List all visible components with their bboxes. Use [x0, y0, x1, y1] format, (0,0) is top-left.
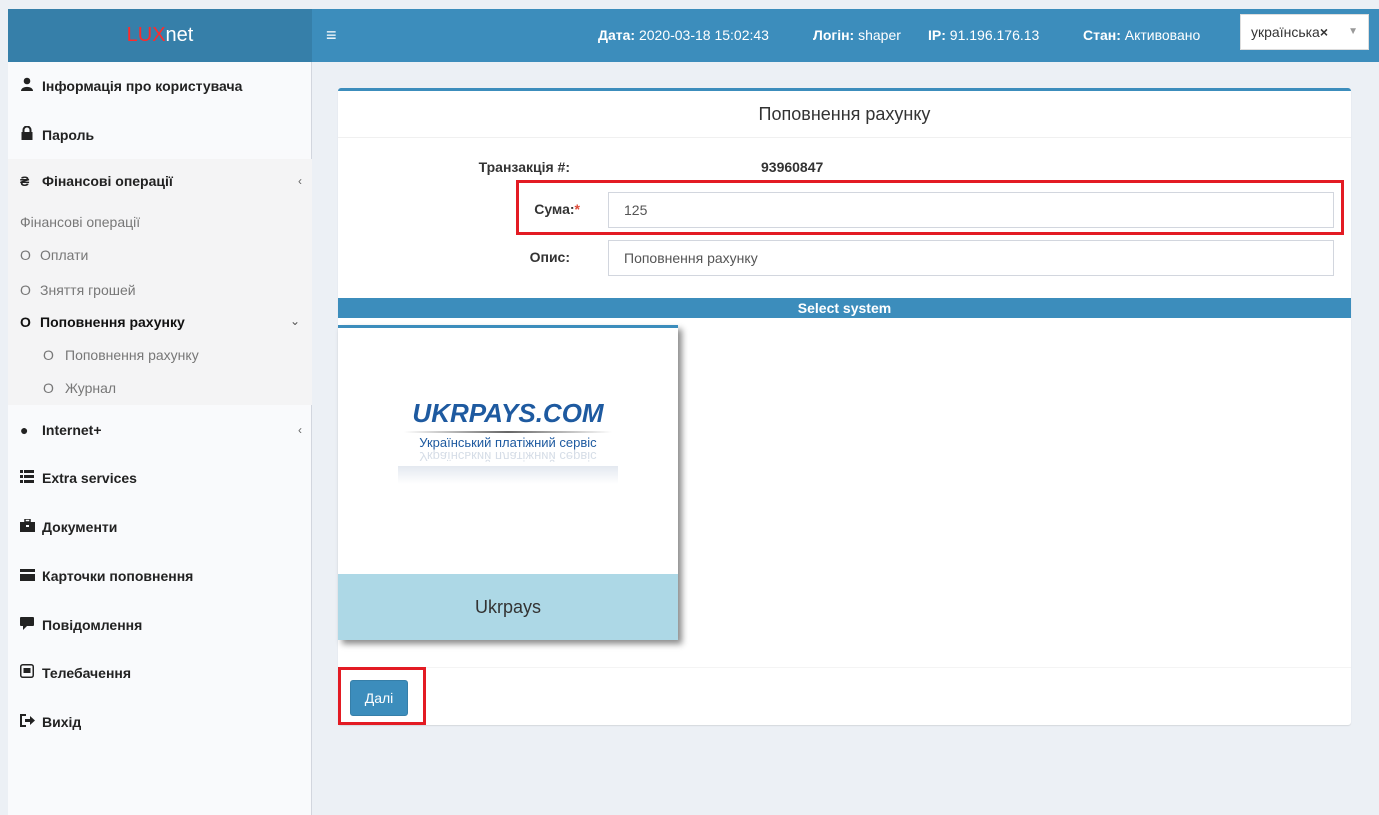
transaction-value: 93960847: [761, 159, 824, 175]
footer-divider: [338, 667, 1351, 668]
sidebar-item-label: Фінансові операції: [42, 173, 173, 189]
sidebar-sub2-topup[interactable]: O Поповнення рахунку: [43, 347, 199, 363]
amount-highlight-box: [516, 180, 1344, 235]
login-value: shaper: [858, 27, 901, 43]
sidebar-sub-label: Поповнення рахунку: [65, 347, 199, 363]
sidebar-item-label: Телебачення: [42, 665, 132, 681]
chevron-left-icon: ‹: [298, 174, 302, 188]
sidebar-item-label: Вихід: [42, 714, 82, 730]
card-icon: [20, 554, 42, 598]
sidebar-item-logout[interactable]: Вихід: [8, 700, 312, 744]
sidebar-sub-payments[interactable]: O Оплати: [20, 247, 88, 263]
comment-icon: [20, 603, 42, 647]
sidebar-item-messages[interactable]: Повідомлення: [8, 603, 312, 647]
sidebar-item-user-info[interactable]: Інформація про користувача: [8, 64, 312, 108]
logo[interactable]: LUXnet: [8, 9, 312, 62]
sidebar-item-label: Повідомлення: [42, 617, 143, 633]
header-ip: IP: 91.196.176.13: [928, 9, 1039, 62]
chevron-down-icon[interactable]: ▼: [1348, 15, 1358, 49]
logo-reflection: Український платіжний сервіс: [419, 449, 597, 464]
circle-outline-icon: O: [43, 380, 54, 396]
sidebar-sub-label: Поповнення рахунку: [40, 314, 185, 330]
header-login: Логін: shaper: [813, 9, 901, 62]
description-field[interactable]: Поповнення рахунку: [608, 240, 1334, 276]
sidebar-item-cards[interactable]: Карточки поповнення: [8, 554, 312, 598]
sidebar-item-documents[interactable]: Документи: [8, 505, 312, 549]
status-label: Стан:: [1083, 27, 1121, 43]
ip-value: 91.196.176.13: [949, 27, 1040, 43]
logo-net: net: [165, 24, 194, 46]
tv-icon: [20, 651, 42, 695]
select-system-bar: Select system: [338, 298, 1351, 318]
menu-toggle-icon[interactable]: ≡: [326, 9, 337, 62]
sidebar-item-label: Документи: [42, 519, 118, 535]
circle-outline-icon: O: [43, 347, 54, 363]
sign-out-icon: [20, 700, 42, 744]
ukrpays-logo: UKRPAYS.COM Український платіжний сервіс…: [398, 398, 618, 484]
login-label: Логін:: [813, 27, 855, 43]
status-value: Активовано: [1124, 27, 1201, 43]
list-icon: [20, 456, 42, 500]
sidebar-item-password[interactable]: Пароль: [8, 113, 312, 157]
logo-reflection-fade: [398, 466, 618, 484]
next-button-highlight-box: [338, 667, 426, 725]
top-header: LUXnet ≡ Дата: 2020-03-18 15:02:43 Логін…: [8, 9, 1379, 62]
hryvnia-icon: ₴: [20, 173, 30, 189]
ip-label: IP:: [928, 27, 946, 43]
circle-outline-icon: O: [20, 314, 31, 330]
logo-lux: LUX: [126, 24, 166, 46]
sidebar-sub2-journal[interactable]: O Журнал: [43, 380, 116, 396]
chevron-left-icon: ‹: [298, 423, 302, 437]
sidebar-sub-label: Журнал: [65, 380, 117, 396]
page-title: Поповнення рахунку: [338, 91, 1351, 138]
briefcase-icon: [20, 505, 42, 549]
ukrpays-logo-subtitle: Український платіжний сервіс: [419, 435, 597, 450]
sidebar-item-tv[interactable]: Телебачення: [8, 651, 312, 695]
sidebar-item-label: Extra services: [42, 470, 137, 486]
sidebar-sub-label: Зняття грошей: [40, 282, 136, 298]
sidebar-item-internet[interactable]: ● Internet+ ‹: [8, 408, 312, 452]
header-status: Стан: Активовано: [1083, 9, 1200, 62]
sidebar-item-label: Internet+: [42, 422, 102, 438]
circle-icon: ●: [20, 422, 29, 438]
description-label: Опис:: [529, 249, 570, 265]
sidebar-sub-topup[interactable]: O Поповнення рахунку ⌄: [20, 314, 300, 330]
sidebar-item-finance[interactable]: ₴ Фінансові операції ‹: [8, 159, 312, 203]
language-value: українська: [1251, 24, 1320, 40]
sidebar-sub-withdraw[interactable]: O Зняття грошей: [20, 282, 136, 298]
date-value: 2020-03-18 15:02:43: [638, 27, 769, 43]
payment-system-card-ukrpays[interactable]: UKRPAYS.COM Український платіжний сервіс…: [338, 325, 678, 640]
transaction-label: Транзакція #:: [478, 159, 570, 175]
ukrpays-logo-text: UKRPAYS.COM: [412, 398, 604, 428]
sidebar-item-label: Пароль: [42, 127, 95, 143]
sidebar-item-label: Карточки поповнення: [42, 568, 194, 584]
header-date: Дата: 2020-03-18 15:02:43: [598, 9, 769, 62]
payment-system-name: Ukrpays: [338, 574, 678, 640]
lock-icon: [20, 113, 42, 157]
chevron-down-icon: ⌄: [290, 314, 301, 328]
sidebar-sub-label: Оплати: [40, 247, 89, 263]
language-clear-icon[interactable]: ×: [1320, 24, 1328, 40]
date-label: Дата:: [598, 27, 636, 43]
user-icon: [20, 64, 42, 108]
logo-divider: [404, 431, 612, 433]
sidebar: Інформація про користувача Пароль ₴ Фінан…: [8, 62, 312, 815]
finance-section-header: Фінансові операції: [20, 214, 141, 230]
sidebar-item-extra[interactable]: Extra services: [8, 456, 312, 500]
sidebar-item-label: Інформація про користувача: [42, 78, 243, 94]
circle-outline-icon: O: [20, 247, 31, 263]
circle-outline-icon: O: [20, 282, 31, 298]
language-select[interactable]: українська× ▼: [1240, 14, 1369, 50]
